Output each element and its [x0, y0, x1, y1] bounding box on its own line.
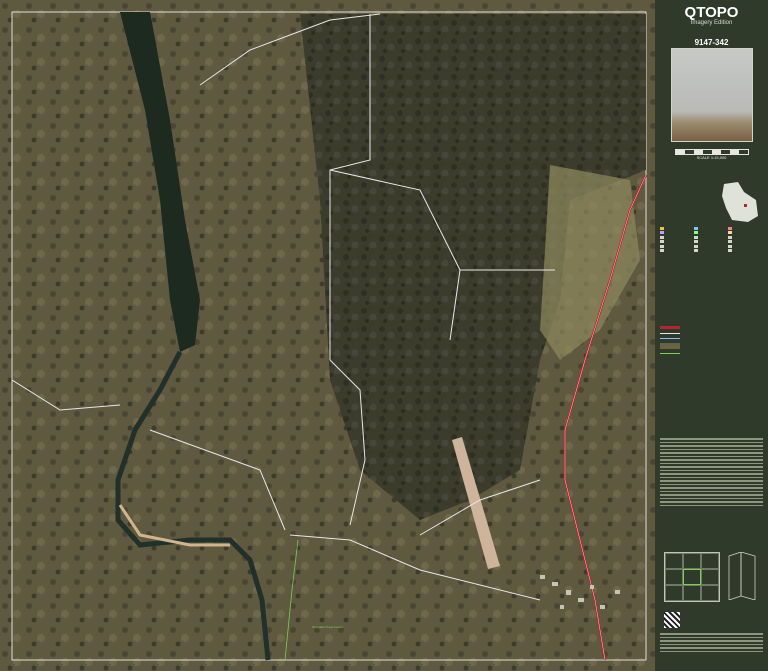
map-canvas[interactable]: Wongabel State Forest [0, 0, 655, 671]
map-edition: Imagery Edition [690, 20, 733, 26]
qr-code [664, 612, 680, 628]
fold-diagram [728, 552, 756, 600]
map-series-title: QTOPO [684, 4, 739, 21]
legend-panel: QTOPO Imagery Edition 9147-342 SCALE 1:1… [655, 0, 768, 671]
scale-text: SCALE 1:15,000 [696, 155, 727, 160]
legend-features [660, 226, 763, 318]
footer-notes [660, 633, 763, 667]
sheet-number: 9147-342 [694, 38, 729, 47]
map-label-forest: Wongabel State Forest [312, 625, 343, 629]
legend-roads [660, 320, 763, 430]
locator-map [722, 182, 758, 222]
map-notes [660, 438, 763, 548]
cover-photo [671, 48, 753, 142]
current-sheet-cell [683, 569, 701, 585]
sheet-index-grid [664, 552, 720, 602]
